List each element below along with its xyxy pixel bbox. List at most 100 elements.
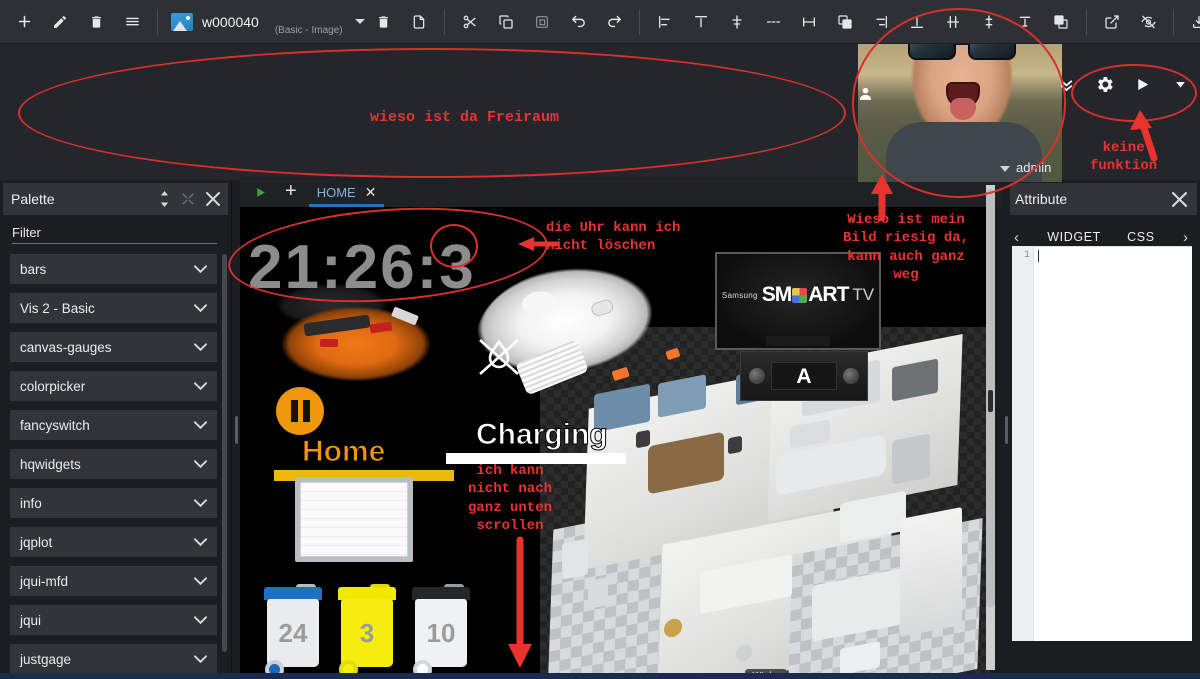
close-icon[interactable]	[1172, 191, 1187, 207]
palette-group-label: info	[20, 495, 42, 511]
bin-number: 24	[278, 617, 308, 648]
bin-number: 10	[426, 617, 456, 648]
amplifier-widget[interactable]: A	[740, 351, 868, 401]
annotation-arrow-scrollen	[508, 536, 532, 668]
amplifier-display-label: A	[796, 364, 812, 388]
bin-blue[interactable]: 24	[262, 584, 324, 679]
next-tab-arrow-icon[interactable]: ›	[1179, 229, 1192, 246]
annotation-arrow-avatar	[871, 174, 893, 222]
bin-black[interactable]: 10	[410, 584, 472, 679]
palette-group-label: hqwidgets	[20, 456, 81, 472]
align-top-button[interactable]	[686, 7, 716, 37]
widget-id-label: w000040	[202, 13, 259, 30]
palette-group-hqwidgets[interactable]: hqwidgets	[10, 449, 217, 479]
canvas-vertical-scrollbar[interactable]	[986, 185, 995, 670]
code-text-area[interactable]	[1034, 246, 1192, 641]
widget-type-label: (Basic - Image)	[274, 24, 343, 36]
palette-group-jqui[interactable]: jqui	[10, 605, 217, 635]
annotation-ellipse-avatar	[852, 8, 1066, 198]
right-splitter[interactable]	[1002, 180, 1010, 679]
export-button[interactable]	[1184, 7, 1200, 37]
palette-group-canvas-gauges[interactable]: canvas-gauges	[10, 332, 217, 362]
tv-widget[interactable]: Samsung SM ART TV	[715, 252, 881, 350]
prev-tab-arrow-icon[interactable]: ‹	[1010, 229, 1023, 246]
garage-door-widget[interactable]	[295, 477, 413, 562]
palette-group-label: jqplot	[20, 534, 53, 550]
bring-to-front-button[interactable]	[830, 7, 860, 37]
bin-yellow[interactable]: 3	[336, 584, 398, 679]
chevron-down-icon	[194, 574, 207, 589]
tv-brand-label: Samsung	[721, 290, 758, 300]
delete-view-button[interactable]	[81, 7, 111, 37]
bin-number: 3	[359, 617, 375, 648]
palette-group-label: jqui-mfd	[20, 573, 69, 589]
palette-group-bars[interactable]: bars	[10, 254, 217, 284]
redo-button[interactable]	[599, 7, 629, 37]
send-to-back-button[interactable]	[1046, 7, 1076, 37]
duplicate-widget-button[interactable]	[404, 7, 434, 37]
chevron-down-icon	[194, 418, 207, 433]
copy-button[interactable]	[491, 7, 521, 37]
chevron-down-icon	[194, 535, 207, 550]
close-icon[interactable]: ✕	[365, 185, 377, 199]
chevron-down-icon	[194, 262, 207, 277]
add-view-button[interactable]	[9, 7, 39, 37]
annotation-arrow-uhr	[518, 237, 559, 251]
palette-group-vis2-basic[interactable]: Vis 2 - Basic	[10, 293, 217, 323]
reorder-icon[interactable]	[159, 191, 170, 207]
amp-right-knob-icon	[843, 368, 859, 384]
attribute-title: Attribute	[1015, 191, 1068, 207]
palette-group-colorpicker[interactable]: colorpicker	[10, 371, 217, 401]
code-gutter: 1	[1012, 246, 1034, 641]
palette-group-jqplot[interactable]: jqplot	[10, 527, 217, 557]
palette-group-list: bars Vis 2 - Basic canvas-gauges colorpi…	[0, 254, 231, 679]
undo-button[interactable]	[563, 7, 593, 37]
annotation-circle-uhr-detail	[430, 224, 478, 268]
palette-group-label: colorpicker	[20, 378, 86, 394]
css-code-editor[interactable]: 1	[1012, 246, 1192, 641]
menu-button[interactable]	[117, 7, 147, 37]
chevron-down-icon	[194, 340, 207, 355]
palette-group-label: fancyswitch	[20, 417, 90, 433]
collapse-icon[interactable]	[182, 193, 194, 205]
tv-smart-label: SM ART	[761, 283, 850, 306]
cut-button[interactable]	[455, 7, 485, 37]
align-right-button[interactable]	[794, 7, 824, 37]
palette-title: Palette	[11, 191, 55, 207]
waste-bins-widget[interactable]: 24 3 10	[262, 584, 472, 679]
tab-home[interactable]: HOME ✕	[308, 177, 385, 207]
palette-group-label: canvas-gauges	[20, 339, 112, 355]
open-in-new-window-button[interactable]	[1097, 7, 1127, 37]
chevron-down-icon[interactable]	[354, 19, 365, 24]
paste-button[interactable]	[527, 7, 557, 37]
no-water-icon	[472, 330, 526, 384]
distribute-horizontal-button[interactable]	[758, 7, 788, 37]
palette-filter[interactable]: Filter	[0, 215, 231, 244]
chevron-down-icon	[194, 652, 207, 667]
tab-label: HOME	[316, 184, 356, 200]
palette-group-jqui-mfd[interactable]: jqui-mfd	[10, 566, 217, 596]
canvas-scroll-grip[interactable]	[988, 390, 993, 412]
text-caret	[1038, 250, 1039, 262]
close-icon[interactable]	[206, 192, 220, 206]
annotation-ellipse-freiraum	[18, 48, 846, 178]
align-vertical-center-button[interactable]	[722, 7, 752, 37]
tv-stand	[766, 336, 830, 346]
palette-group-info[interactable]: info	[10, 488, 217, 518]
play-icon[interactable]	[248, 186, 273, 199]
palette-group-justgage[interactable]: justgage	[10, 644, 217, 674]
pause-icon[interactable]	[276, 387, 324, 435]
smart-cube-icon	[792, 287, 808, 303]
toggle-visibility-button[interactable]	[1133, 7, 1163, 37]
delete-widget-button[interactable]	[368, 7, 398, 37]
add-view-tab-button[interactable]: +	[277, 181, 305, 204]
align-left-button[interactable]	[650, 7, 680, 37]
palette-scroll-thumb[interactable]	[222, 254, 227, 652]
edit-view-button[interactable]	[45, 7, 75, 37]
widget-selector[interactable]: w000040 (Basic - Image)	[165, 7, 365, 37]
palette-group-fancyswitch[interactable]: fancyswitch	[10, 410, 217, 440]
palette-panel: Palette Filter bars Vis 2 - Basic canvas…	[0, 180, 232, 679]
chevron-down-icon	[194, 457, 207, 472]
filter-underline	[12, 243, 217, 244]
palette-scrollbar[interactable]	[222, 254, 229, 679]
